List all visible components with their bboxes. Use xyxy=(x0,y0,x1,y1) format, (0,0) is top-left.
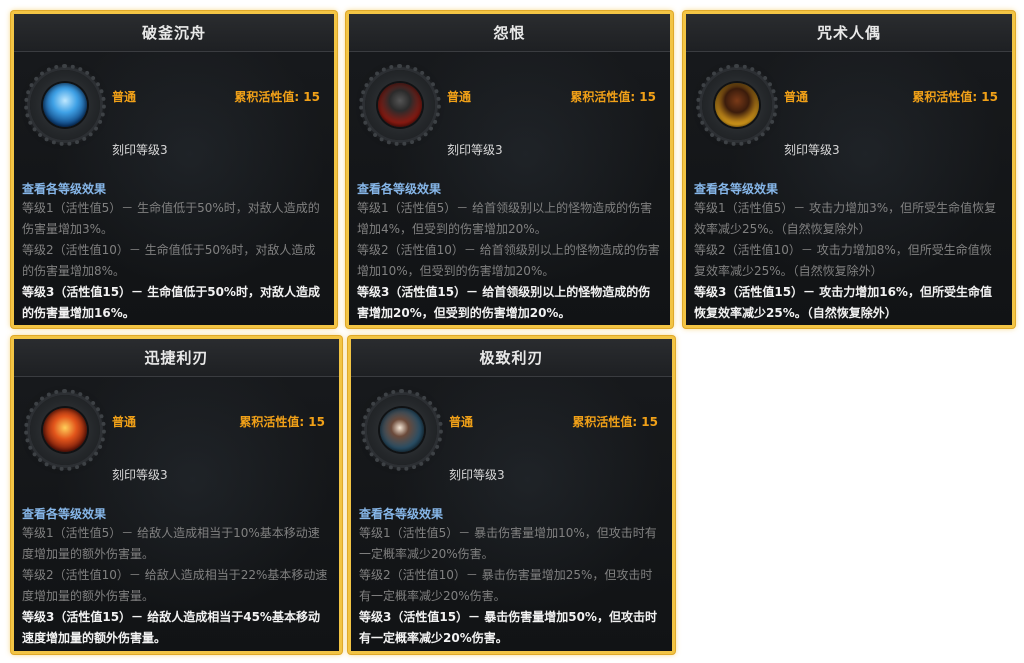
card-title-bar: 迅捷利刃 xyxy=(14,339,339,377)
level-1-effect: 等级1（活性值5）－ 给敌人造成相当于10%基本移动速度增加量的额外伤害量。 xyxy=(22,526,320,561)
engrave-level: 刻印等级3 xyxy=(112,468,168,482)
effects-header: 查看各等级效果 xyxy=(694,182,779,196)
engraving-card-5: 极致利刃 普通 累积活性值: 15 刻印等级3 查看各等级效果 等级1（活性值5… xyxy=(348,336,675,654)
level-3-effect: 等级3（活性值15）－ 攻击力增加16%，但所受生命值恢复效率减少25%。（自然… xyxy=(694,285,992,320)
engraving-emblem xyxy=(24,64,106,146)
level-1-effect: 等级1（活性值5）－ 生命值低于50%时，对敌人造成的伤害量增加3%。 xyxy=(22,201,320,236)
level-2-effect: 等级2（活性值10）－ 给首领级别以上的怪物造成的伤害增加10%，但受到的伤害增… xyxy=(357,243,660,278)
engraving-emblem xyxy=(24,389,106,471)
rarity-label: 普通 xyxy=(112,415,137,429)
engraving-card-4: 迅捷利刃 普通 累积活性值: 15 刻印等级3 查看各等级效果 等级1（活性值5… xyxy=(11,336,342,654)
level-1-effect: 等级1（活性值5）－ 给首领级别以上的怪物造成的伤害增加4%，但受到的伤害增加2… xyxy=(357,201,653,236)
card-title: 破釜沉舟 xyxy=(141,24,206,42)
werewolf-icon xyxy=(378,83,422,127)
engrave-level: 刻印等级3 xyxy=(784,143,840,157)
effects-header: 查看各等级效果 xyxy=(357,182,442,196)
level-2-effect: 等级2（活性值10）－ 攻击力增加8%，但所受生命值恢复效率减少25%。（自然恢… xyxy=(694,243,992,278)
engraving-card-1: 破釜沉舟 普通 累积活性值: 15 刻印等级3 查看各等级效果 等级1（活性值5… xyxy=(11,11,337,328)
level-3-effect: 等级3（活性值15）－ 暴击伤害量增加50%，但攻击时有一定概率减少20%伤害。 xyxy=(359,610,657,645)
level-3-effect: 等级3（活性值15）－ 生命值低于50%时，对敌人造成的伤害量增加16%。 xyxy=(22,285,320,320)
engraving-card-2: 怨恨 普通 累积活性值: 15 刻印等级3 查看各等级效果 等级1（活性值5）－… xyxy=(346,11,673,328)
effects-list: 等级1（活性值5）－ 给首领级别以上的怪物造成的伤害增加4%，但受到的伤害增加2… xyxy=(357,198,660,324)
level-1-effect: 等级1（活性值5）－ 攻击力增加3%，但所受生命值恢复效率减少25%。（自然恢复… xyxy=(694,201,997,236)
level-3-effect: 等级3（活性值15）－ 给首领级别以上的怪物造成的伤害增加20%，但受到的伤害增… xyxy=(357,285,651,320)
level-3-effect: 等级3（活性值15）－ 给敌人造成相当于45%基本移动速度增加量的额外伤害量。 xyxy=(22,610,320,645)
card-title: 迅捷利刃 xyxy=(144,349,209,367)
effects-list: 等级1（活性值5）－ 攻击力增加3%，但所受生命值恢复效率减少25%。（自然恢复… xyxy=(694,198,1002,324)
rarity-label: 普通 xyxy=(449,415,474,429)
engraving-emblem xyxy=(361,389,443,471)
activity-value: 累积活性值: 15 xyxy=(912,90,998,104)
engraving-card-3: 咒术人偶 普通 累积活性值: 15 刻印等级3 查看各等级效果 等级1（活性值5… xyxy=(683,11,1015,328)
flame-figures-icon xyxy=(43,408,87,452)
level-2-effect: 等级2（活性值10）－ 生命值低于50%时，对敌人造成的伤害量增加8%。 xyxy=(22,243,316,278)
effects-list: 等级1（活性值5）－ 生命值低于50%时，对敌人造成的伤害量增加3%。 等级2（… xyxy=(22,198,324,324)
rarity-label: 普通 xyxy=(784,90,809,104)
frost-warrior-icon xyxy=(43,83,87,127)
rarity-label: 普通 xyxy=(447,90,472,104)
card-title-bar: 极致利刃 xyxy=(351,339,672,377)
card-title: 咒术人偶 xyxy=(816,24,881,42)
effects-header: 查看各等级效果 xyxy=(22,507,107,521)
engraving-emblem xyxy=(696,64,778,146)
level-2-effect: 等级2（活性值10）－ 给敌人造成相当于22%基本移动速度增加量的额外伤害量。 xyxy=(22,568,328,603)
engrave-level: 刻印等级3 xyxy=(447,143,503,157)
effects-list: 等级1（活性值5）－ 给敌人造成相当于10%基本移动速度增加量的额外伤害量。 等… xyxy=(22,523,329,649)
card-title-bar: 怨恨 xyxy=(349,14,670,52)
activity-value: 累积活性值: 15 xyxy=(572,415,658,429)
activity-value: 累积活性值: 15 xyxy=(570,90,656,104)
effects-header: 查看各等级效果 xyxy=(359,507,444,521)
card-title: 怨恨 xyxy=(493,24,526,42)
engraving-emblem xyxy=(359,64,441,146)
level-2-effect: 等级2（活性值10）－ 暴击伤害量增加25%，但攻击时有一定概率减少20%伤害。 xyxy=(359,568,653,603)
card-title-bar: 咒术人偶 xyxy=(686,14,1012,52)
engrave-level: 刻印等级3 xyxy=(112,143,168,157)
card-title: 极致利刃 xyxy=(479,349,544,367)
effects-header: 查看各等级效果 xyxy=(22,182,107,196)
activity-value: 累积活性值: 15 xyxy=(239,415,325,429)
activity-value: 累积活性值: 15 xyxy=(234,90,320,104)
cursed-doll-icon xyxy=(715,83,759,127)
spiked-ball-icon xyxy=(380,408,424,452)
card-title-bar: 破釜沉舟 xyxy=(14,14,334,52)
rarity-label: 普通 xyxy=(112,90,137,104)
engrave-level: 刻印等级3 xyxy=(449,468,505,482)
effects-list: 等级1（活性值5）－ 暴击伤害量增加10%，但攻击时有一定概率减少20%伤害。 … xyxy=(359,523,662,649)
level-1-effect: 等级1（活性值5）－ 暴击伤害量增加10%，但攻击时有一定概率减少20%伤害。 xyxy=(359,526,657,561)
